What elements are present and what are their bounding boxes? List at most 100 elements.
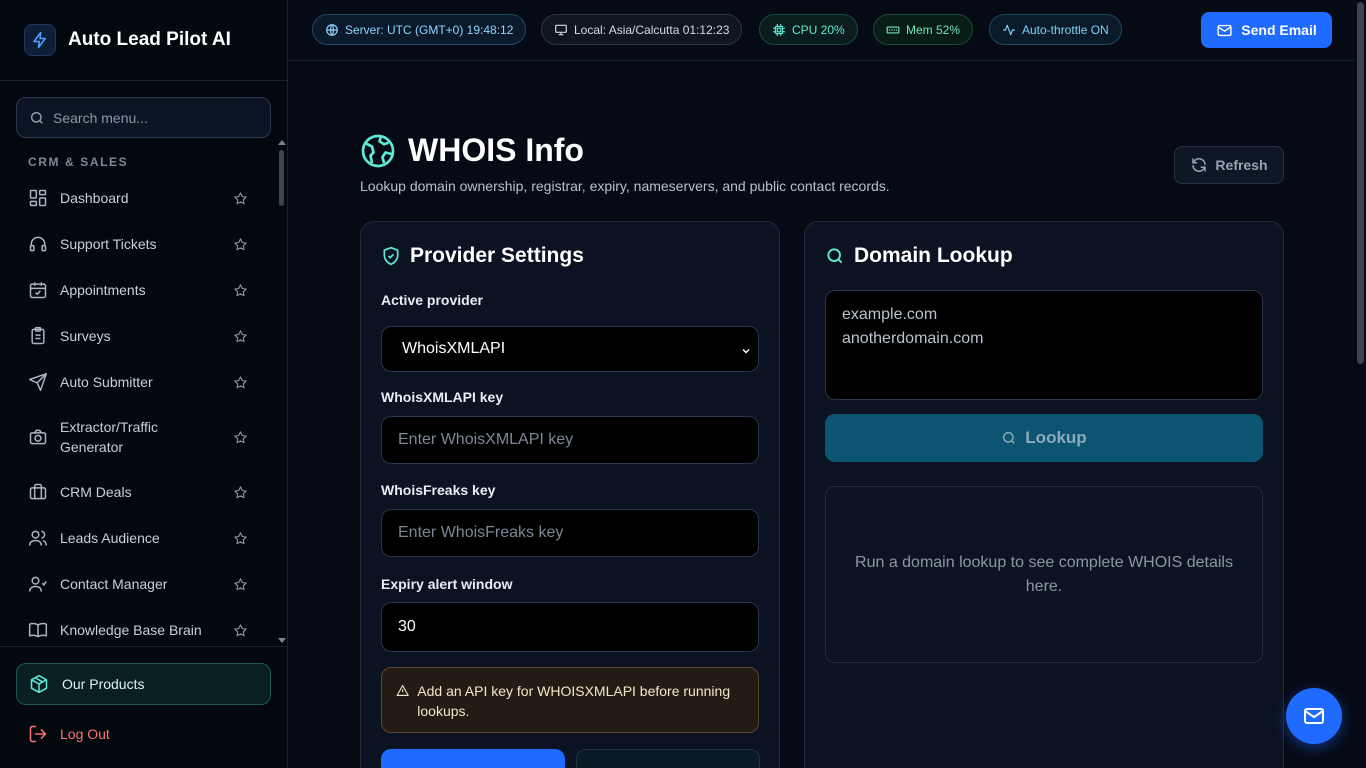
monitor-icon <box>555 24 567 35</box>
sidebar-scrollbar-thumb[interactable] <box>279 150 284 206</box>
api-key-warning: Add an API key for WHOISXMLAPI before ru… <box>381 667 759 733</box>
sidebar-item-knowledge-base[interactable]: Knowledge Base Brain <box>16 620 266 640</box>
logout-label: Log Out <box>60 726 110 742</box>
logout-button[interactable]: Log Out <box>16 721 271 747</box>
star-icon[interactable] <box>233 430 248 445</box>
briefcase-icon <box>29 483 47 500</box>
sidebar-item-dashboard[interactable]: Dashboard <box>16 188 266 208</box>
our-products-label: Our Products <box>62 676 145 692</box>
memory-icon <box>886 26 900 33</box>
sidebar-item-label: Dashboard <box>60 190 129 206</box>
whoisfreaks-key-input[interactable] <box>381 509 759 557</box>
refresh-icon <box>1192 158 1207 172</box>
whoisxmlapi-key-label: WhoisXMLAPI key <box>381 389 504 405</box>
menu-search-input[interactable] <box>53 109 253 126</box>
expiry-alert-label: Expiry alert window <box>381 576 513 592</box>
globe-icon <box>326 23 338 36</box>
our-products-button[interactable]: Our Products <box>16 663 271 705</box>
menu-search[interactable] <box>16 97 271 138</box>
sidebar: Auto Lead Pilot AI CRM & SALES Dashboard… <box>0 0 288 768</box>
sidebar-item-auto-submitter[interactable]: Auto Submitter <box>16 372 266 392</box>
section-label-crm: CRM & SALES <box>28 155 129 169</box>
star-icon[interactable] <box>233 191 248 206</box>
sidebar-item-leads-audience[interactable]: Leads Audience <box>16 528 266 548</box>
lookup-button[interactable]: Lookup <box>825 414 1263 462</box>
mail-icon <box>1304 708 1324 724</box>
api-key-warning-text: Add an API key for WHOISXMLAPI before ru… <box>417 683 731 719</box>
camera-icon <box>29 429 47 445</box>
test-connection-button[interactable] <box>576 749 760 768</box>
active-provider-label: Active provider <box>381 292 483 308</box>
shield-check-icon <box>383 246 399 266</box>
search-icon <box>31 111 43 124</box>
cpu-chip: CPU 20% <box>759 14 858 45</box>
provider-settings-card: Provider Settings Active provider WhoisX… <box>360 221 780 768</box>
brand-name: Auto Lead Pilot AI <box>68 29 231 50</box>
page-scrollbar-thumb[interactable] <box>1357 2 1364 364</box>
whoisxmlapi-key-input[interactable] <box>381 416 759 464</box>
star-icon[interactable] <box>233 623 248 638</box>
memory-chip: Mem 52% <box>873 14 974 45</box>
sidebar-item-label: Knowledge Base Brain <box>60 622 202 638</box>
auto-throttle-chip[interactable]: Auto-throttle ON <box>989 14 1122 45</box>
memory-text: Mem 52% <box>906 22 961 37</box>
domains-textarea[interactable] <box>825 290 1263 400</box>
lookup-results-empty: Run a domain lookup to see complete WHOI… <box>825 486 1263 663</box>
domain-lookup-header: Domain Lookup <box>825 244 1013 268</box>
star-icon[interactable] <box>233 577 248 592</box>
search-icon <box>827 248 843 264</box>
whoisfreaks-key-label: WhoisFreaks key <box>381 482 496 498</box>
refresh-label: Refresh <box>1215 157 1268 173</box>
sidebar-item-support-tickets[interactable]: Support Tickets <box>16 234 266 254</box>
sidebar-scroll-down[interactable] <box>278 638 286 643</box>
expiry-alert-input[interactable] <box>381 602 759 652</box>
chevron-down-icon <box>742 348 750 354</box>
clipboard-icon <box>31 326 45 345</box>
package-icon <box>30 674 48 694</box>
dashboard-icon <box>29 189 47 207</box>
sidebar-item-crm-deals[interactable]: CRM Deals <box>16 482 266 502</box>
sidebar-menu: Dashboard Support Tickets Appointments S… <box>16 176 274 642</box>
domain-lookup-title: Domain Lookup <box>854 244 1013 267</box>
star-icon[interactable] <box>233 375 248 390</box>
globe-network-icon <box>361 134 395 167</box>
send-email-label: Send Email <box>1241 22 1317 38</box>
domain-lookup-card: Domain Lookup Lookup Run a domain lookup… <box>804 221 1284 768</box>
sidebar-item-contact-manager[interactable]: Contact Manager <box>16 574 266 594</box>
save-settings-button[interactable] <box>381 749 565 768</box>
star-icon[interactable] <box>233 531 248 546</box>
logout-icon <box>29 725 47 743</box>
send-email-button[interactable]: Send Email <box>1201 12 1332 48</box>
sidebar-item-label: Auto Submitter <box>60 374 153 390</box>
sidebar-item-extractor[interactable]: Extractor/Traffic Generator <box>16 417 266 457</box>
page-title: WHOIS Info <box>408 132 584 168</box>
page-subtitle: Lookup domain ownership, registrar, expi… <box>360 178 890 194</box>
sidebar-scroll-up[interactable] <box>278 140 286 145</box>
provider-settings-header: Provider Settings <box>381 244 584 268</box>
star-icon[interactable] <box>233 237 248 252</box>
lookup-empty-text: Run a domain lookup to see complete WHOI… <box>855 553 1233 595</box>
refresh-button[interactable]: Refresh <box>1174 146 1284 184</box>
headset-icon <box>29 236 47 252</box>
local-time-chip: Local: Asia/Calcutta 01:12:23 <box>541 14 743 45</box>
star-icon[interactable] <box>233 485 248 500</box>
active-provider-value: WhoisXMLAPI <box>402 340 506 357</box>
auto-throttle-text: Auto-throttle ON <box>1022 22 1109 37</box>
sidebar-item-label: Surveys <box>60 328 111 344</box>
mail-icon <box>1217 24 1232 36</box>
active-provider-select[interactable]: WhoisXMLAPI <box>381 326 759 372</box>
provider-settings-title: Provider Settings <box>410 244 584 267</box>
book-icon <box>28 622 48 638</box>
star-icon[interactable] <box>233 329 248 344</box>
star-icon[interactable] <box>233 283 248 298</box>
calendar-check-icon <box>29 282 47 299</box>
sidebar-item-appointments[interactable]: Appointments <box>16 280 266 300</box>
cpu-text: CPU 20% <box>792 22 845 37</box>
sidebar-item-surveys[interactable]: Surveys <box>16 326 266 346</box>
send-icon <box>28 372 48 392</box>
brand[interactable]: Auto Lead Pilot AI <box>0 0 287 81</box>
compose-email-fab[interactable] <box>1286 688 1342 744</box>
sidebar-item-label: Contact Manager <box>60 576 168 592</box>
sidebar-item-label: Support Tickets <box>60 236 157 252</box>
users-icon <box>28 530 48 546</box>
